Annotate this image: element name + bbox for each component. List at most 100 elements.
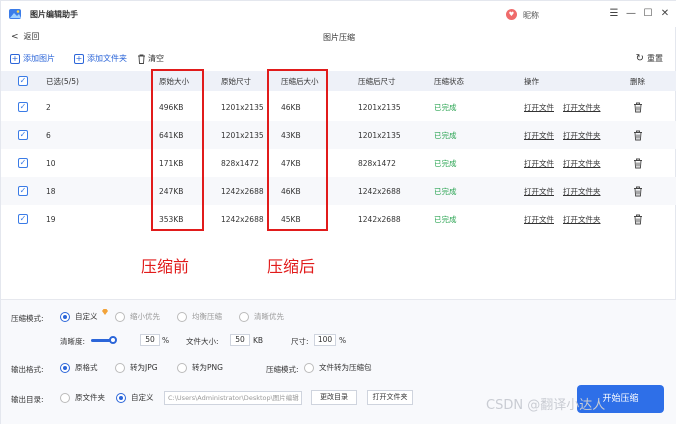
radio-dot — [60, 311, 70, 322]
close-icon[interactable]: ✕ — [658, 7, 672, 21]
minimize-icon[interactable]: — — [624, 7, 638, 21]
annotation-before: 压缩前 — [141, 257, 190, 276]
open-folder-button[interactable]: 打开文件夹 — [367, 390, 413, 405]
table-row: ✓ 6 641KB 1201x2135 43KB 1201x2135 已完成 打… — [1, 121, 676, 149]
radio-dot — [239, 311, 249, 322]
add-image-button[interactable]: + 添加图片 — [10, 53, 55, 64]
original-dims: 1242x2688 — [221, 214, 264, 224]
zip-output-label: 文件转为压缩包 — [319, 363, 372, 372]
radio-dot — [177, 311, 187, 322]
radio-dot — [60, 392, 70, 403]
menu-icon[interactable]: ☰ — [607, 7, 621, 21]
delete-icon[interactable] — [633, 130, 643, 141]
open-file-link[interactable]: 打开文件 — [524, 205, 554, 233]
original-dims: 1201x2135 — [221, 130, 264, 140]
dims-unit: % — [339, 336, 347, 345]
format-png-radio[interactable]: 转为PNG — [177, 362, 223, 373]
open-folder-link[interactable]: 打开文件夹 — [563, 93, 601, 121]
open-folder-link[interactable]: 打开文件夹 — [563, 177, 601, 205]
header-original-dims: 原始尺寸 — [221, 76, 251, 86]
app-window: 图片编辑助手 ♥ 昵称 ☰ — ☐ ✕ < 返回 图片压缩 + 添加图片 + 添加… — [0, 0, 676, 424]
file-name: 18 — [46, 186, 56, 196]
table-row: ✓ 18 247KB 1242x2688 46KB 1242x2688 已完成 … — [1, 177, 676, 205]
mode-smaller-radio[interactable]: 缩小优先 — [115, 311, 160, 322]
clarity-input[interactable]: 50 — [140, 334, 160, 346]
sub-header: < 返回 图片压缩 — [1, 27, 676, 47]
reset-button[interactable]: ↻ 重置 — [636, 53, 663, 64]
mode-custom-label: 自定义 — [75, 312, 98, 321]
delete-icon[interactable] — [633, 214, 643, 225]
open-file-link[interactable]: 打开文件 — [524, 121, 554, 149]
mode-clear-label: 清晰优先 — [254, 312, 284, 321]
refresh-icon: ↻ — [635, 53, 644, 64]
radio-dot — [60, 362, 70, 373]
status-badge: 已完成 — [434, 214, 457, 224]
open-folder-link[interactable]: 打开文件夹 — [563, 149, 601, 177]
output-original-radio[interactable]: 原文件夹 — [60, 392, 105, 403]
open-file-link[interactable]: 打开文件 — [524, 177, 554, 205]
status-badge: 已完成 — [434, 186, 457, 196]
delete-icon[interactable] — [633, 102, 643, 113]
add-folder-button[interactable]: + 添加文件夹 — [74, 53, 127, 64]
select-all-checkbox[interactable]: ✓ — [18, 76, 28, 86]
app-logo-icon — [9, 9, 21, 19]
radio-dot — [304, 362, 314, 373]
original-dims: 1242x2688 — [221, 186, 264, 196]
clear-label: 清空 — [148, 54, 164, 63]
nickname[interactable]: 昵称 — [523, 10, 539, 21]
row-checkbox[interactable]: ✓ — [18, 158, 28, 168]
compress-pack-label: 压缩模式: — [266, 365, 299, 374]
mode-balanced-radio[interactable]: 均衡压缩 — [177, 311, 222, 322]
page-title: 图片压缩 — [323, 33, 355, 42]
output-custom-radio[interactable]: 自定义 — [116, 392, 154, 403]
output-dir-label: 输出目录: — [11, 395, 44, 404]
header-compressed-dims: 压缩后尺寸 — [358, 76, 396, 86]
format-jpg-radio[interactable]: 转为JPG — [115, 362, 158, 373]
add-folder-icon: + — [74, 53, 84, 64]
dims-input[interactable]: 100 — [314, 334, 336, 346]
compressed-dims: 1242x2688 — [358, 186, 401, 196]
radio-dot — [177, 362, 187, 373]
zip-output-radio[interactable]: 文件转为压缩包 — [304, 362, 372, 373]
title-bar: 图片编辑助手 ♥ 昵称 ☰ — ☐ ✕ — [1, 1, 676, 27]
open-folder-link[interactable]: 打开文件夹 — [563, 205, 601, 233]
row-checkbox[interactable]: ✓ — [18, 102, 28, 112]
status-badge: 已完成 — [434, 102, 457, 112]
output-format-label: 输出格式: — [11, 365, 44, 374]
mode-clear-radio[interactable]: 清晰优先 — [239, 311, 284, 322]
row-checkbox[interactable]: ✓ — [18, 130, 28, 140]
radio-dot — [115, 311, 125, 322]
clarity-label: 清晰度: — [60, 337, 86, 346]
status-badge: 已完成 — [434, 130, 457, 140]
delete-icon[interactable] — [633, 158, 643, 169]
table-header: ✓ 已选(5/5) 原始大小 原始尺寸 压缩后大小 压缩后尺寸 压缩状态 操作 … — [1, 71, 676, 91]
clarity-slider-handle[interactable] — [109, 336, 117, 344]
table-row: ✓ 2 496KB 1201x2135 46KB 1201x2135 已完成 打… — [1, 93, 676, 121]
annotation-after: 压缩后 — [267, 257, 316, 276]
mode-custom-radio[interactable]: 自定义 — [60, 311, 98, 322]
header-delete: 删除 — [630, 76, 645, 86]
open-file-link[interactable]: 打开文件 — [524, 149, 554, 177]
compressed-dims: 1201x2135 — [358, 102, 401, 112]
table-row: ✓ 19 353KB 1242x2688 45KB 1242x2688 已完成 … — [1, 205, 676, 233]
open-folder-link[interactable]: 打开文件夹 — [563, 121, 601, 149]
maximize-icon[interactable]: ☐ — [641, 7, 655, 21]
file-name: 2 — [46, 102, 51, 112]
compressed-dims: 828x1472 — [358, 158, 396, 168]
avatar[interactable]: ♥ — [506, 9, 517, 20]
change-dir-button[interactable]: 更改目录 — [311, 390, 357, 405]
filesize-label: 文件大小: — [186, 337, 219, 346]
filesize-input[interactable]: 50 — [230, 334, 250, 346]
clear-button[interactable]: 清空 — [137, 53, 164, 64]
original-dims: 1201x2135 — [221, 102, 264, 112]
format-original-radio[interactable]: 原格式 — [60, 362, 98, 373]
output-path-input[interactable]: C:\Users\Administrator\Desktop\图片编辑 — [164, 391, 302, 405]
row-checkbox[interactable]: ✓ — [18, 186, 28, 196]
header-status: 压缩状态 — [434, 76, 464, 86]
delete-icon[interactable] — [633, 186, 643, 197]
open-file-link[interactable]: 打开文件 — [524, 93, 554, 121]
add-image-icon: + — [10, 53, 20, 64]
row-checkbox[interactable]: ✓ — [18, 214, 28, 224]
clarity-unit: % — [162, 336, 170, 345]
mode-balanced-label: 均衡压缩 — [192, 312, 222, 321]
